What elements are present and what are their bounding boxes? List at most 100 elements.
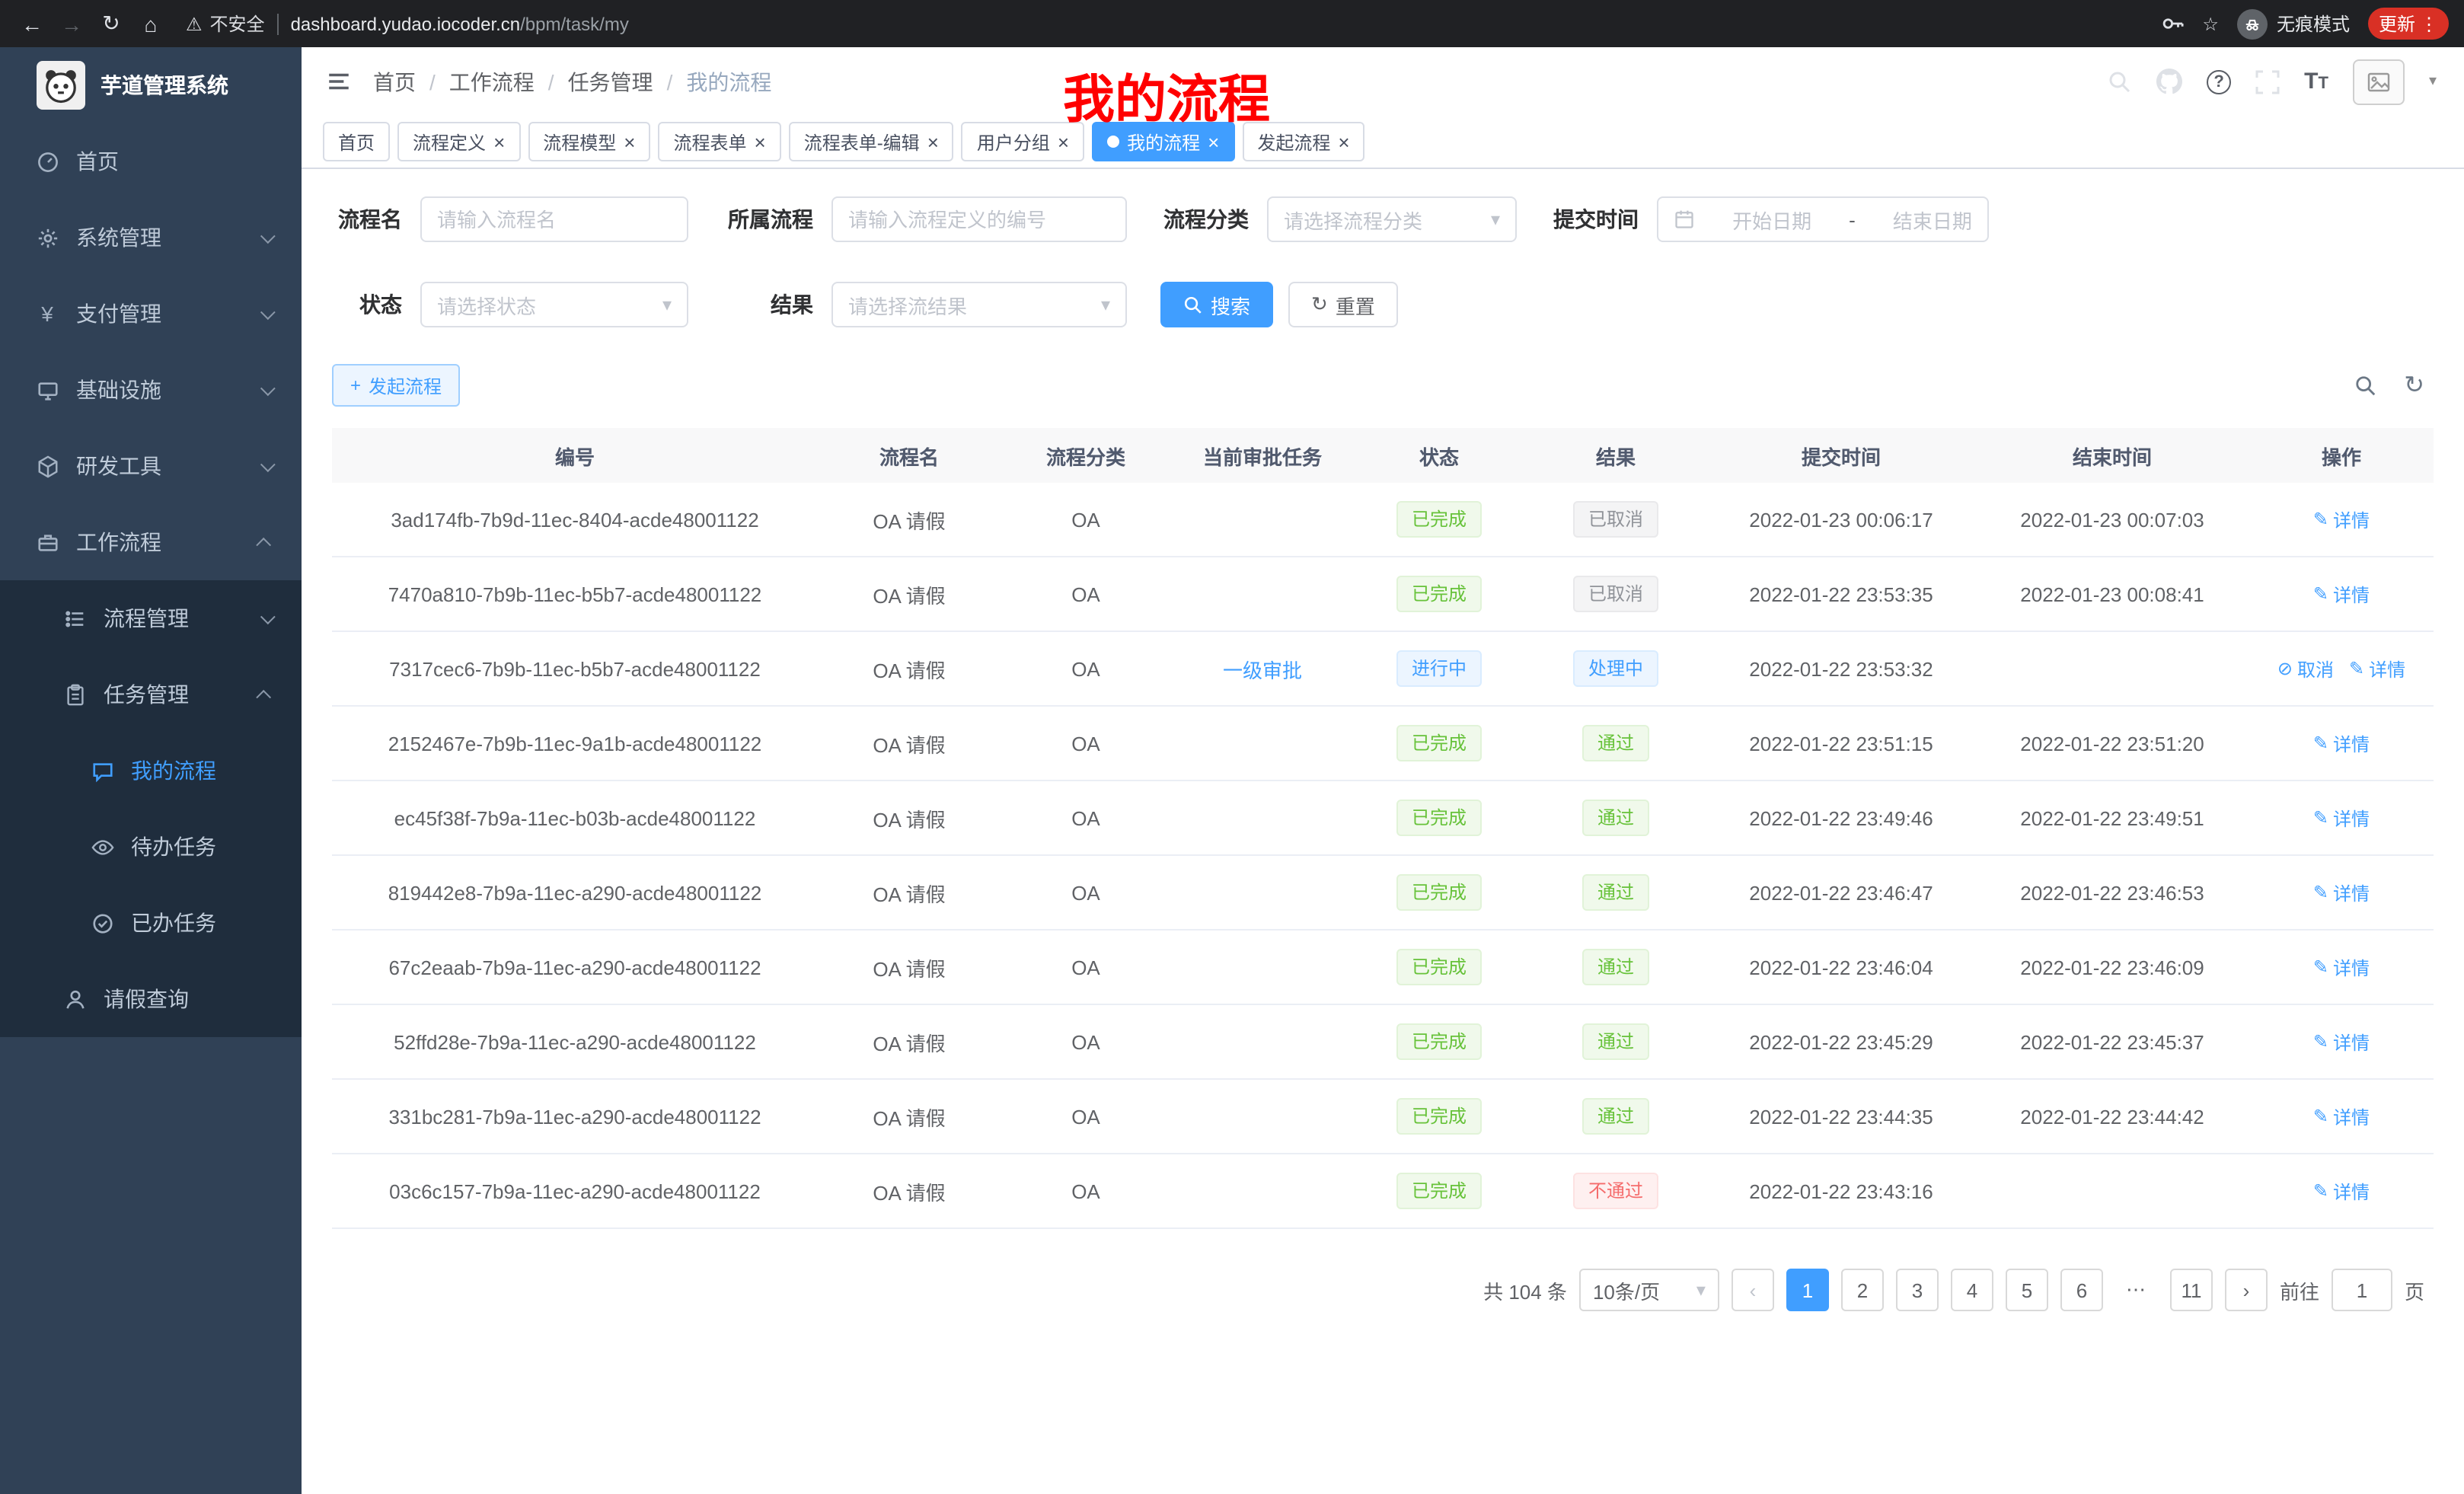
- tab-home[interactable]: 首页: [323, 122, 390, 161]
- breadcrumb-item[interactable]: 任务管理: [568, 66, 653, 97]
- github-icon[interactable]: [2156, 69, 2182, 94]
- edit-icon: ✎: [2313, 956, 2328, 978]
- bookmark-star-icon[interactable]: ☆: [2202, 13, 2219, 34]
- page-button-6[interactable]: 6: [2060, 1269, 2103, 1311]
- tab-my-process[interactable]: 我的流程×: [1092, 122, 1234, 161]
- avatar[interactable]: [2353, 59, 2405, 104]
- page-button-4[interactable]: 4: [1951, 1269, 1993, 1311]
- sidebar-item-leave-query[interactable]: 请假查询: [0, 961, 302, 1037]
- sidebar-item-payment[interactable]: ¥ 支付管理: [0, 276, 302, 352]
- sidebar-item-my-process[interactable]: 我的流程: [0, 733, 302, 809]
- help-icon[interactable]: ?: [2207, 69, 2231, 94]
- sidebar-item-process-management[interactable]: 流程管理: [0, 580, 302, 656]
- security-chip[interactable]: ⚠ 不安全: [186, 11, 265, 37]
- sidebar-item-infrastructure[interactable]: 基础设施: [0, 352, 302, 428]
- goto-page-input[interactable]: [2332, 1269, 2392, 1311]
- key-icon[interactable]: [2161, 12, 2184, 35]
- forward-icon[interactable]: →: [55, 7, 88, 40]
- detail-link[interactable]: ✎详情: [2349, 656, 2405, 682]
- page-button-11[interactable]: 11: [2170, 1269, 2213, 1311]
- table-row: 52ffd28e-7b9a-11ec-a290-acde48001122 OA …: [332, 1005, 2434, 1080]
- process-id-input[interactable]: [831, 196, 1127, 242]
- tab-create-process[interactable]: 发起流程×: [1242, 122, 1364, 161]
- page-button-3[interactable]: 3: [1896, 1269, 1939, 1311]
- next-page-button[interactable]: ›: [2225, 1269, 2268, 1311]
- detail-link[interactable]: ✎详情: [2313, 879, 2370, 905]
- result-select[interactable]: 请选择流结果 ▾: [831, 282, 1127, 327]
- status-badge: 已完成: [1396, 1023, 1482, 1060]
- detail-link[interactable]: ✎详情: [2313, 805, 2370, 831]
- app-logo[interactable]: 芋道管理系统: [0, 47, 302, 123]
- tab-user-group[interactable]: 用户分组×: [962, 122, 1084, 161]
- prev-page-button[interactable]: ‹: [1732, 1269, 1774, 1311]
- incognito-badge[interactable]: 无痕模式: [2237, 8, 2350, 39]
- tab-close-icon[interactable]: ×: [927, 132, 939, 152]
- page-button-5[interactable]: 5: [2006, 1269, 2048, 1311]
- sidebar-item-devtools[interactable]: 研发工具: [0, 428, 302, 504]
- reload-icon[interactable]: ↻: [94, 7, 128, 40]
- font-size-icon[interactable]: TT: [2304, 69, 2328, 94]
- sidebar-item-system[interactable]: 系统管理: [0, 200, 302, 276]
- category-select[interactable]: 请选择流程分类 ▾: [1267, 196, 1517, 242]
- browser-home-icon[interactable]: ⌂: [134, 7, 168, 40]
- detail-link[interactable]: ✎详情: [2313, 1178, 2370, 1204]
- fullscreen-icon[interactable]: [2255, 69, 2280, 94]
- page-button-1[interactable]: 1: [1786, 1269, 1829, 1311]
- page-button-2[interactable]: 2: [1841, 1269, 1884, 1311]
- page-content: 流程名 所属流程 流程分类 请选择流程分类 ▾: [302, 169, 2464, 1494]
- toggle-search-icon[interactable]: [2354, 374, 2376, 397]
- tab-close-icon[interactable]: ×: [1208, 132, 1219, 152]
- sidebar-item-done-tasks[interactable]: 已办任务: [0, 885, 302, 961]
- tab-close-icon[interactable]: ×: [624, 132, 635, 152]
- current-task-link[interactable]: 一级审批: [1223, 654, 1302, 683]
- tab-close-icon[interactable]: ×: [1058, 132, 1069, 152]
- breadcrumb-item[interactable]: 首页: [373, 66, 416, 97]
- status-select[interactable]: 请选择状态 ▾: [420, 282, 688, 327]
- cancel-link[interactable]: ⊘取消: [2277, 656, 2334, 682]
- cell-id: 819442e8-7b9a-11ec-a290-acde48001122: [332, 881, 818, 904]
- sidebar-item-home[interactable]: 首页: [0, 123, 302, 200]
- url-text[interactable]: dashboard.yudao.iocoder.cn/bpm/task/my: [291, 13, 629, 34]
- chevron-down-icon[interactable]: ▾: [2429, 73, 2437, 90]
- cell-name: OA 请假: [818, 878, 1001, 907]
- goto-suffix: 页: [2405, 1275, 2424, 1304]
- search-icon[interactable]: [2108, 69, 2132, 94]
- hamburger-icon[interactable]: [326, 69, 352, 94]
- cell-category: OA: [1001, 1180, 1171, 1202]
- detail-link[interactable]: ✎详情: [2313, 1103, 2370, 1129]
- address-bar[interactable]: ⚠ 不安全 dashboard.yudao.iocoder.cn/bpm/tas…: [186, 11, 2155, 37]
- detail-link[interactable]: ✎详情: [2313, 581, 2370, 607]
- refresh-list-icon[interactable]: ↻: [2404, 370, 2424, 401]
- detail-link[interactable]: ✎详情: [2313, 954, 2370, 980]
- back-icon[interactable]: ←: [15, 7, 49, 40]
- url-path: /bpm/task/my: [520, 13, 629, 34]
- status-badge: 已完成: [1396, 501, 1482, 538]
- sidebar-item-todo-tasks[interactable]: 待办任务: [0, 809, 302, 885]
- cell-submit-time: 2022-01-22 23:53:32: [1707, 657, 1975, 680]
- update-button[interactable]: 更新 ⋮: [2368, 8, 2449, 40]
- tab-close-icon[interactable]: ×: [1338, 132, 1349, 152]
- tab-process-form[interactable]: 流程表单×: [658, 122, 780, 161]
- tab-process-definition[interactable]: 流程定义×: [397, 122, 520, 161]
- tab-close-icon[interactable]: ×: [755, 132, 766, 152]
- edit-icon: ✎: [2313, 509, 2328, 530]
- more-pages-icon[interactable]: ⋯: [2115, 1269, 2158, 1311]
- search-button[interactable]: 搜索: [1160, 282, 1273, 327]
- create-process-button[interactable]: + 发起流程: [332, 364, 460, 407]
- detail-link[interactable]: ✎详情: [2313, 506, 2370, 532]
- tab-close-icon[interactable]: ×: [493, 132, 505, 152]
- cell-submit-time: 2022-01-22 23:53:35: [1707, 583, 1975, 605]
- detail-link[interactable]: ✎详情: [2313, 730, 2370, 756]
- sidebar-item-workflow[interactable]: 工作流程: [0, 504, 302, 580]
- detail-link[interactable]: ✎详情: [2313, 1029, 2370, 1055]
- tab-process-form-edit[interactable]: 流程表单-编辑×: [789, 122, 954, 161]
- status-label: 状态: [332, 289, 402, 320]
- process-owner-label: 所属流程: [722, 204, 813, 235]
- date-range-picker[interactable]: 开始日期 - 结束日期: [1657, 196, 1989, 242]
- page-size-select[interactable]: 10条/页 ▾: [1579, 1269, 1719, 1311]
- breadcrumb-item[interactable]: 工作流程: [449, 66, 535, 97]
- reset-button[interactable]: ↻ 重置: [1288, 282, 1398, 327]
- tab-process-model[interactable]: 流程模型×: [528, 122, 650, 161]
- sidebar-item-task-management[interactable]: 任务管理: [0, 656, 302, 733]
- process-name-input[interactable]: [420, 196, 688, 242]
